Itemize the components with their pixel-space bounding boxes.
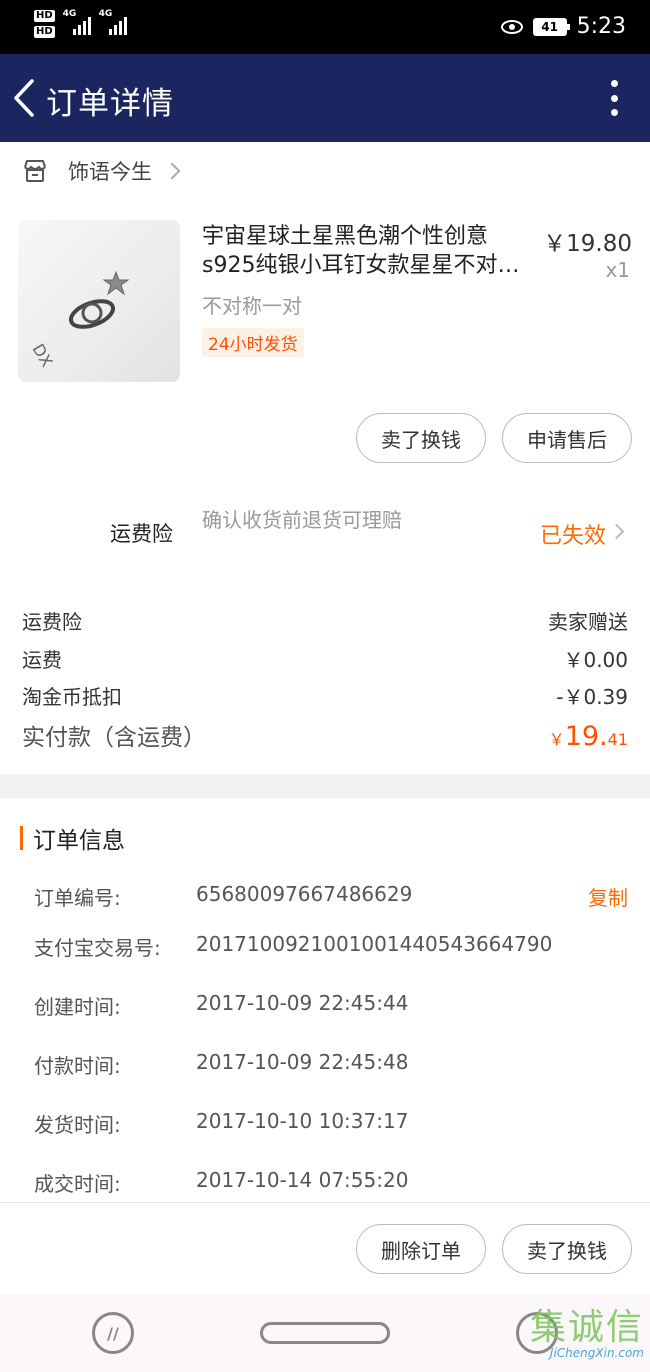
total-label: 实付款（含运费） (22, 725, 206, 751)
section-title: 订单信息 (33, 828, 125, 854)
product-price: ￥19.80 (543, 231, 632, 257)
total-currency: ￥ (548, 730, 565, 749)
hd-badge: HD (34, 10, 55, 22)
insurance-label: 运费险 (110, 522, 173, 546)
dot-icon (610, 80, 618, 87)
order-summary-card: 饰语今生 DX 宇宙星球土星黑色潮个性创意 s925纯银小耳钉女款星星不对… ￥… (0, 142, 650, 774)
hd-badge: HD (34, 26, 55, 38)
svg-text:DX: DX (29, 341, 57, 371)
store-icon (24, 160, 46, 182)
delete-order-button[interactable]: 删除订单 (356, 1224, 486, 1274)
navbar: 订单详情 (0, 54, 650, 142)
info-label: 发货时间: (34, 1113, 121, 1137)
info-row: 成交时间: 2017-10-14 07:55:20 (34, 1168, 628, 1197)
sell-button[interactable]: 卖了换钱 (356, 413, 486, 463)
signal-icon: 4G (99, 9, 127, 35)
back-button[interactable] (10, 78, 40, 118)
chevron-right-icon (163, 162, 181, 180)
product-title-line: s925纯银小耳钉女款星星不对… (202, 253, 520, 278)
sell-button[interactable]: 卖了换钱 (502, 1224, 632, 1274)
status-bar: HD HD 4G 4G 41 5:23 (0, 0, 650, 54)
fee-value: -￥0.39 (556, 685, 628, 709)
shop-row[interactable]: 饰语今生 (22, 156, 181, 186)
after-sale-button[interactable]: 申请售后 (502, 413, 632, 463)
info-row: 支付宝交易号: 2017100921001001440543664790 (34, 932, 628, 961)
fee-value: ￥0.00 (563, 648, 628, 672)
info-row: 创建时间: 2017-10-09 22:45:44 (34, 991, 628, 1020)
product-image[interactable]: DX (18, 220, 180, 382)
more-menu-button[interactable] (608, 80, 620, 116)
info-label: 成交时间: (34, 1172, 121, 1196)
watermark: 集诚信 JiChengXin.com (530, 1298, 644, 1360)
fee-label: 淘金币抵扣 (22, 685, 122, 709)
total-row: 实付款（含运费） ￥19.41 (22, 718, 628, 752)
info-value: 2017-10-10 10:37:17 (196, 1109, 409, 1133)
fee-row: 运费险 卖家赠送 (22, 606, 628, 635)
shop-name: 饰语今生 (68, 160, 152, 184)
info-label: 订单编号: (34, 886, 121, 910)
fee-label: 运费 (22, 648, 62, 672)
info-label: 支付宝交易号: (34, 936, 161, 960)
assistant-icon[interactable]: // (92, 1312, 134, 1354)
product-photo-icon: DX (29, 270, 130, 371)
insurance-description: 确认收货前退货可理赔 (202, 508, 402, 532)
product-sku: 不对称一对 (202, 294, 302, 318)
info-row: 发货时间: 2017-10-10 10:37:17 (34, 1109, 628, 1138)
info-value: 2017-10-09 22:45:48 (196, 1050, 409, 1074)
info-label: 创建时间: (34, 995, 121, 1019)
watermark-logo: 集诚信 (529, 1307, 644, 1348)
order-info-card: 订单信息 复制 订单编号: 65680097667486629 支付宝交易号: … (0, 798, 650, 1202)
info-value: 65680097667486629 (196, 882, 413, 906)
system-nav-bar: // 集诚信 JiChengXin.com (0, 1294, 650, 1372)
info-row: 付款时间: 2017-10-09 22:45:48 (34, 1050, 628, 1079)
status-time: 5:23 (576, 14, 626, 39)
product-title[interactable]: 宇宙星球土星黑色潮个性创意 s925纯银小耳钉女款星星不对… (202, 222, 532, 280)
eye-comfort-icon (500, 19, 523, 34)
order-info-heading: 订单信息 (20, 824, 125, 854)
product-title-line: 宇宙星球土星黑色潮个性创意 (202, 224, 489, 249)
insurance-status[interactable]: 已失效 (540, 518, 606, 550)
info-label: 付款时间: (34, 1054, 121, 1078)
dot-icon (610, 109, 618, 116)
fee-label: 运费险 (22, 610, 82, 634)
status-right: 41 5:23 (500, 14, 626, 39)
shipping-tag: 24小时发货 (202, 328, 304, 357)
total-value: ￥19.41 (549, 721, 628, 752)
battery-icon: 41 (532, 17, 570, 36)
page-title: 订单详情 (46, 86, 174, 122)
info-value: 2017-10-09 22:45:44 (196, 991, 409, 1015)
fee-value: 卖家赠送 (548, 610, 628, 634)
dot-icon (610, 94, 618, 102)
fee-row: 运费 ￥0.00 (22, 644, 628, 673)
hd-badges: HD HD (34, 10, 55, 38)
product-quantity: x1 (605, 258, 630, 282)
section-accent-bar (20, 826, 23, 850)
fee-row: 淘金币抵扣 -￥0.39 (22, 681, 628, 710)
info-value: 2017100921001001440543664790 (196, 932, 553, 956)
chevron-left-icon (14, 79, 34, 117)
info-value: 2017-10-14 07:55:20 (196, 1168, 409, 1192)
network-label: 4G (62, 9, 77, 19)
signal-icon: 4G (63, 9, 91, 35)
bottom-action-bar: 删除订单 卖了换钱 (0, 1202, 650, 1294)
home-pill-button[interactable] (260, 1322, 390, 1344)
total-integer: 19. (564, 721, 608, 752)
status-left: HD HD 4G 4G (34, 9, 127, 38)
network-label: 4G (98, 9, 113, 19)
total-decimal: 41 (607, 730, 628, 749)
info-row: 订单编号: 65680097667486629 (34, 882, 628, 911)
chevron-right-icon[interactable] (608, 523, 625, 540)
